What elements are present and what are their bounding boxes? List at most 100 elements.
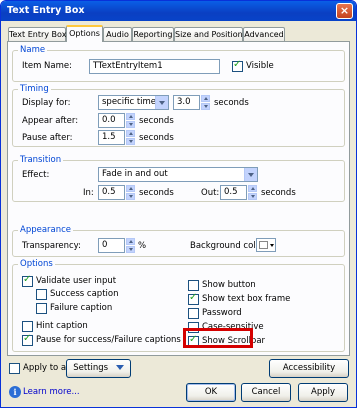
pause-after-stepper[interactable]	[126, 130, 135, 145]
learn-more-link[interactable]: Learn more...	[23, 387, 80, 398]
in-stepper[interactable]	[126, 185, 135, 200]
show-text-box-frame-label: Show text box frame	[202, 294, 291, 304]
settings-button[interactable]: Settings	[66, 359, 131, 378]
name-group: Name Item Name: TTextEntryItem1 Visible	[12, 45, 345, 82]
chevron-down-icon	[115, 365, 124, 370]
success-caption-checkbox[interactable]	[36, 289, 47, 300]
validate-user-input-label: Validate user input	[36, 276, 117, 286]
pause-for-captions-checkbox[interactable]	[22, 333, 33, 346]
tab-options[interactable]: Options	[66, 25, 103, 42]
appear-after-unit: seconds	[139, 116, 174, 126]
spin-down-icon[interactable]	[126, 138, 135, 145]
appear-after-label: Appear after:	[22, 116, 79, 126]
validate-user-input-checkbox[interactable]	[22, 274, 33, 287]
options-panel: Name Item Name: TTextEntryItem1 Visible …	[7, 41, 350, 356]
out-input[interactable]: 0.5	[220, 185, 247, 200]
settings-label: Settings	[73, 363, 109, 373]
spin-up-icon[interactable]	[126, 238, 135, 245]
item-name-input[interactable]: TTextEntryItem1	[89, 59, 220, 74]
title-bar[interactable]: Text Entry Box ×	[1, 1, 356, 21]
display-seconds-stepper[interactable]	[201, 95, 210, 110]
spin-down-icon[interactable]	[126, 121, 135, 128]
window-title: Text Entry Box	[7, 5, 85, 16]
appear-after-stepper[interactable]	[126, 113, 135, 128]
show-button-checkbox[interactable]	[188, 280, 199, 291]
appearance-group-legend: Appearance	[18, 225, 74, 236]
background-color-picker[interactable]	[256, 238, 276, 252]
tab-audio[interactable]: Audio	[103, 27, 132, 41]
cancel-button[interactable]: Cancel	[241, 383, 291, 402]
out-stepper[interactable]	[248, 185, 257, 200]
in-label: In:	[83, 188, 94, 198]
display-for-label: Display for:	[22, 98, 71, 108]
apply-button[interactable]: Apply	[298, 383, 348, 402]
success-caption-label: Success caption	[50, 289, 119, 299]
hint-caption-checkbox[interactable]	[22, 321, 33, 332]
appearance-group: Appearance Transparency: 0 % Background …	[12, 225, 345, 257]
display-seconds-input[interactable]: 3.0	[173, 95, 200, 110]
close-icon: ×	[339, 4, 350, 17]
display-for-select[interactable]: specific time	[98, 95, 169, 110]
tab-size-and-position[interactable]: Size and Position	[174, 27, 243, 41]
hint-caption-label: Hint caption	[36, 321, 88, 331]
effect-value: Fade in and out	[102, 169, 168, 179]
pause-after-label: Pause after:	[22, 133, 73, 143]
chevron-down-icon[interactable]	[155, 96, 168, 109]
tab-advanced[interactable]: Advanced	[243, 27, 285, 41]
spin-down-icon[interactable]	[248, 193, 257, 200]
ok-button[interactable]: OK	[186, 383, 236, 402]
show-scrollbar-highlight	[183, 328, 253, 348]
in-input[interactable]: 0.5	[98, 185, 125, 200]
display-seconds-unit: seconds	[214, 98, 249, 108]
color-swatch	[259, 241, 268, 249]
appear-after-input[interactable]: 0.0	[98, 113, 125, 128]
tab-text-entry-box[interactable]: Text Entry Box	[8, 27, 66, 41]
out-unit: seconds	[261, 188, 296, 198]
apply-to-all-label: Apply to all	[23, 363, 71, 373]
effect-label: Effect:	[22, 170, 50, 180]
timing-group-legend: Timing	[18, 84, 51, 95]
options-group-legend: Options	[18, 259, 55, 270]
visible-label: Visible	[246, 61, 274, 71]
close-button[interactable]: ×	[336, 3, 353, 19]
in-unit: seconds	[139, 188, 174, 198]
show-button-label: Show button	[202, 280, 256, 290]
failure-caption-label: Failure caption	[50, 303, 113, 313]
apply-to-all-checkbox[interactable]	[9, 363, 20, 374]
name-group-legend: Name	[18, 45, 48, 56]
transparency-input[interactable]: 0	[98, 238, 125, 253]
spin-up-icon[interactable]	[126, 185, 135, 192]
spin-down-icon[interactable]	[126, 193, 135, 200]
info-icon: i	[9, 386, 21, 398]
effect-select[interactable]: Fade in and out	[98, 167, 258, 182]
show-text-box-frame-checkbox[interactable]	[188, 292, 199, 305]
pause-after-unit: seconds	[139, 133, 174, 143]
chevron-down-icon[interactable]	[244, 168, 257, 181]
spin-up-icon[interactable]	[126, 113, 135, 120]
spin-up-icon[interactable]	[201, 95, 210, 102]
spin-up-icon[interactable]	[126, 130, 135, 137]
password-label: Password	[202, 308, 242, 318]
password-checkbox[interactable]	[188, 308, 199, 319]
transparency-unit: %	[138, 241, 147, 251]
pause-for-captions-label: Pause for success/Failure captions	[36, 335, 181, 345]
transparency-stepper[interactable]	[126, 238, 135, 253]
spin-down-icon[interactable]	[126, 246, 135, 253]
text-entry-box-dialog: Text Entry Box × Text Entry Box Options …	[0, 0, 357, 408]
pause-after-input[interactable]: 1.5	[98, 130, 125, 145]
options-group: Options Validate user input Success capt…	[12, 259, 345, 352]
item-name-label: Item Name:	[22, 61, 72, 71]
failure-caption-checkbox[interactable]	[36, 303, 47, 314]
display-for-value: specific time	[102, 97, 157, 107]
chevron-down-icon	[270, 244, 274, 247]
transition-group: Transition Effect: Fade in and out In: 0…	[12, 155, 345, 202]
spin-up-icon[interactable]	[248, 185, 257, 192]
spin-down-icon[interactable]	[201, 103, 210, 110]
tab-reporting[interactable]: Reporting	[132, 27, 174, 41]
accessibility-button[interactable]: Accessibility	[269, 359, 349, 378]
out-label: Out:	[201, 188, 220, 198]
transition-group-legend: Transition	[18, 155, 64, 166]
timing-group: Timing Display for: specific time 3.0 se…	[12, 84, 345, 147]
transparency-label: Transparency:	[22, 241, 81, 251]
visible-checkbox[interactable]	[232, 59, 243, 72]
